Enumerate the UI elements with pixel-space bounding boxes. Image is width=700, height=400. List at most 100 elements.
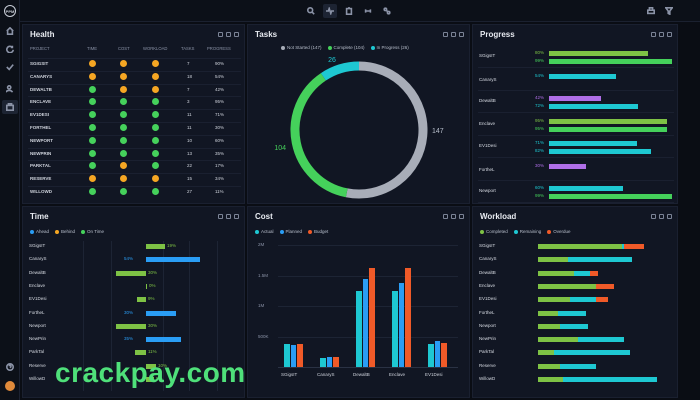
workload-bar-remaining[interactable] bbox=[563, 377, 657, 382]
share-icon[interactable] bbox=[380, 4, 394, 18]
time-bar[interactable] bbox=[116, 323, 146, 329]
expand-icon[interactable] bbox=[651, 32, 656, 37]
search-icon[interactable] bbox=[304, 4, 318, 18]
settings-icon[interactable] bbox=[226, 214, 231, 219]
workload-bar-overdue[interactable] bbox=[590, 270, 598, 276]
workload-bar-completed[interactable] bbox=[538, 283, 596, 289]
check-icon[interactable] bbox=[2, 60, 18, 74]
pulse-icon[interactable] bbox=[323, 4, 337, 18]
project-label[interactable]: DewaltB bbox=[479, 270, 496, 275]
project-label[interactable]: SGigsIT bbox=[479, 243, 495, 248]
progress-bar[interactable] bbox=[549, 186, 624, 191]
expand-icon[interactable] bbox=[443, 214, 448, 219]
time-bar[interactable] bbox=[137, 297, 146, 303]
workload-bar-remaining[interactable] bbox=[560, 363, 596, 369]
progress-bar[interactable] bbox=[549, 194, 672, 199]
project-label[interactable]: Enclave bbox=[29, 283, 45, 288]
cost-bar-actual[interactable] bbox=[320, 358, 326, 367]
project-label[interactable]: NewPrin bbox=[479, 336, 496, 341]
workload-bar-completed[interactable] bbox=[538, 377, 563, 382]
project-label[interactable]: WillowD bbox=[479, 376, 495, 381]
project-name[interactable]: NEWPORT bbox=[30, 138, 53, 143]
workload-bar-remaining[interactable] bbox=[578, 337, 624, 343]
expand-icon[interactable] bbox=[218, 214, 223, 219]
workload-bar-completed[interactable] bbox=[538, 297, 570, 303]
cost-bar-budget[interactable] bbox=[333, 356, 339, 367]
project-label[interactable]: SGigsIT bbox=[479, 53, 495, 58]
filter-icon[interactable] bbox=[662, 4, 676, 18]
progress-bar[interactable] bbox=[549, 104, 639, 109]
time-bar[interactable] bbox=[146, 283, 147, 289]
legend-item[interactable]: Remaining bbox=[513, 229, 541, 234]
settings-icon[interactable] bbox=[451, 214, 456, 219]
more-icon[interactable] bbox=[459, 214, 464, 219]
project-label[interactable]: Newport bbox=[479, 188, 496, 193]
app-logo[interactable]: PPM bbox=[4, 5, 16, 17]
project-name[interactable]: PARKTAL bbox=[30, 163, 51, 168]
progress-bar[interactable] bbox=[549, 51, 649, 56]
legend-item[interactable]: Actual bbox=[255, 229, 274, 234]
progress-bar[interactable] bbox=[549, 96, 602, 101]
cost-bar-actual[interactable] bbox=[428, 344, 434, 367]
project-label[interactable]: CanaryS bbox=[29, 256, 47, 261]
expand-icon[interactable] bbox=[651, 214, 656, 219]
project-name[interactable]: DEWALTB bbox=[30, 87, 52, 92]
project-label[interactable]: CanaryS bbox=[479, 77, 497, 82]
workload-bar-remaining[interactable] bbox=[554, 350, 630, 356]
workload-bar-completed[interactable] bbox=[538, 244, 622, 249]
project-name[interactable]: FORTHEL bbox=[30, 125, 51, 130]
more-icon[interactable] bbox=[667, 214, 672, 219]
cost-bar-budget[interactable] bbox=[369, 268, 375, 367]
project-label[interactable]: CanaryS bbox=[479, 256, 497, 261]
cost-bar-planned[interactable] bbox=[290, 345, 296, 367]
workload-bar-remaining[interactable] bbox=[558, 310, 586, 316]
workload-bar-completed[interactable] bbox=[538, 363, 560, 369]
progress-bar[interactable] bbox=[549, 73, 616, 79]
complete-slice[interactable] bbox=[290, 73, 348, 198]
project-label[interactable]: DewaltB bbox=[29, 270, 46, 275]
not-started-slice[interactable] bbox=[345, 61, 428, 199]
project-label[interactable]: SGigsIT bbox=[29, 243, 45, 248]
project-label[interactable]: WillowD bbox=[29, 376, 45, 381]
cost-bar-actual[interactable] bbox=[356, 290, 362, 367]
progress-bar[interactable] bbox=[549, 141, 638, 146]
project-label[interactable]: FortheL bbox=[479, 310, 495, 315]
workload-bar-completed[interactable] bbox=[538, 270, 574, 276]
workload-bar-remaining[interactable] bbox=[568, 257, 632, 263]
project-name[interactable]: CANARYS bbox=[30, 74, 52, 79]
project-label[interactable]: Enclave bbox=[479, 283, 495, 288]
progress-bar[interactable] bbox=[549, 118, 667, 124]
project-name[interactable]: ENCLAVE bbox=[30, 99, 51, 104]
time-bar[interactable] bbox=[146, 337, 181, 343]
settings-icon[interactable] bbox=[451, 32, 456, 37]
progress-bar[interactable] bbox=[549, 59, 672, 64]
project-label[interactable]: EV1Desi bbox=[479, 296, 497, 301]
project-label[interactable]: EV1Desi bbox=[479, 143, 497, 148]
user-avatar[interactable] bbox=[5, 381, 15, 391]
project-label[interactable]: Reserve bbox=[479, 363, 496, 368]
progress-bar[interactable] bbox=[549, 126, 667, 132]
cost-bar-actual[interactable] bbox=[392, 290, 398, 367]
cost-bar-planned[interactable] bbox=[398, 282, 404, 367]
time-bar[interactable] bbox=[146, 244, 165, 249]
clipboard-icon[interactable] bbox=[342, 4, 356, 18]
project-label[interactable]: ParkTal bbox=[479, 349, 494, 354]
workload-bar-completed[interactable] bbox=[538, 310, 558, 316]
expand-icon[interactable] bbox=[218, 32, 223, 37]
project-name[interactable]: RESERVE bbox=[30, 176, 51, 181]
more-icon[interactable] bbox=[234, 32, 239, 37]
legend-item[interactable]: Ahead bbox=[30, 229, 49, 234]
progress-bar[interactable] bbox=[549, 149, 651, 154]
time-bar[interactable] bbox=[146, 257, 200, 263]
cost-bar-budget[interactable] bbox=[297, 343, 303, 367]
project-label[interactable]: FortheL bbox=[29, 310, 45, 315]
print-icon[interactable] bbox=[644, 4, 658, 18]
cost-bar-planned[interactable] bbox=[326, 357, 332, 367]
cost-bar-budget[interactable] bbox=[405, 268, 411, 367]
time-bar[interactable] bbox=[116, 270, 146, 276]
project-label[interactable]: Enclave bbox=[479, 121, 495, 126]
in-progress-slice[interactable] bbox=[320, 61, 360, 81]
users-icon[interactable] bbox=[2, 82, 18, 96]
project-label[interactable]: EV1Desi bbox=[29, 296, 47, 301]
briefcase-icon[interactable] bbox=[2, 100, 18, 114]
